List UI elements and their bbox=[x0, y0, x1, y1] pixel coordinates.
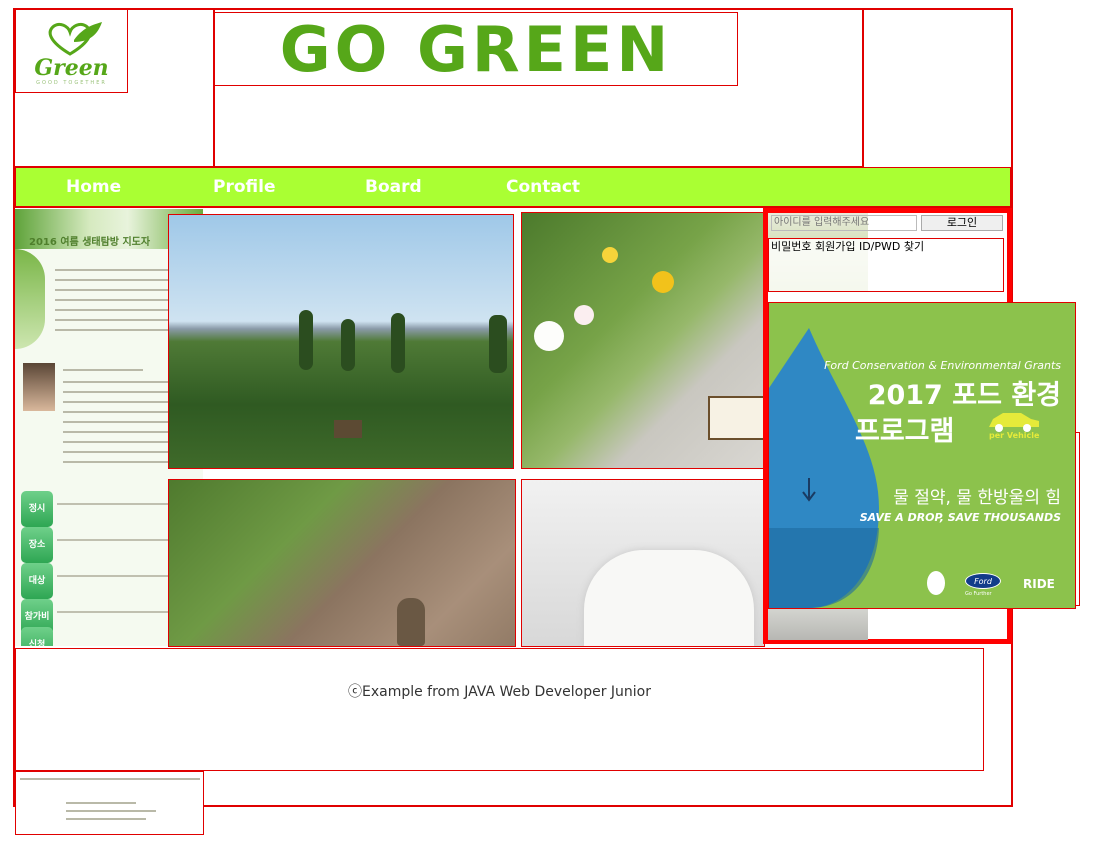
ad-title-line1: 2017 포드 환경 bbox=[867, 380, 1061, 411]
signup-link[interactable]: 회원가입 bbox=[815, 240, 855, 253]
poster-title: 2016 여름 생태탐방 지도자 bbox=[29, 237, 151, 248]
poster-tag-time: 정시 bbox=[21, 491, 53, 527]
car-icon bbox=[989, 413, 1039, 432]
tree-row bbox=[391, 313, 405, 373]
ad-top-line: Ford Conservation & Environmental Grants bbox=[824, 359, 1061, 372]
poster-tag-place: 장소 bbox=[21, 527, 53, 563]
logo-tagline: GOOD TOGETHER bbox=[36, 80, 107, 86]
banner-title: GO GREEN bbox=[279, 12, 673, 86]
ad-tagline: SAVE A DROP, SAVE THOUSANDS bbox=[859, 511, 1061, 524]
tree-row bbox=[299, 310, 313, 370]
sponsor-logo-1 bbox=[927, 571, 945, 595]
site-logo[interactable]: Green GOOD TOGETHER bbox=[15, 9, 128, 93]
ford-logo: Ford bbox=[965, 573, 1001, 589]
nav-board[interactable]: Board bbox=[365, 168, 422, 206]
white-flower bbox=[534, 321, 564, 351]
ad-subtitle: 물 절약, 물 한방울의 힘 bbox=[893, 488, 1061, 508]
nav-home[interactable]: Home bbox=[66, 168, 121, 206]
footer-copyright: ⓒExample from JAVA Web Developer Junior bbox=[347, 684, 651, 700]
tree-row bbox=[489, 315, 507, 373]
ad-banner[interactable]: Ford Conservation & Environmental Grants… bbox=[768, 302, 1076, 609]
go-further-text: Go Further bbox=[965, 591, 992, 597]
photo-flower-bed[interactable] bbox=[521, 212, 765, 469]
find-id-pwd-link[interactable]: ID/PWD 찾기 bbox=[859, 240, 924, 253]
yellow-flower bbox=[602, 247, 618, 263]
login-links: 비밀번호 회원가입 ID/PWD 찾기 bbox=[768, 238, 1004, 292]
photo-white-dog[interactable] bbox=[521, 479, 765, 647]
footer: ⓒExample from JAVA Web Developer Junior bbox=[15, 648, 984, 771]
event-poster-bottom[interactable] bbox=[15, 771, 204, 835]
nav-contact[interactable]: Contact bbox=[506, 168, 580, 206]
logo-wordmark: Green bbox=[34, 55, 109, 81]
photo-rabbit[interactable] bbox=[168, 479, 516, 647]
ad-title-line2: 프로그램 bbox=[855, 416, 955, 447]
poster-profile-photo bbox=[23, 363, 55, 411]
login-button[interactable]: 로그인 bbox=[921, 215, 1003, 231]
remember-link[interactable]: 비밀번호 bbox=[771, 240, 811, 253]
sign-board bbox=[708, 396, 764, 440]
white-dog bbox=[584, 550, 754, 646]
header-banner: GO GREEN bbox=[214, 12, 738, 86]
photo-park-landscape[interactable] bbox=[168, 214, 514, 469]
poster-tag-target: 대상 bbox=[21, 563, 53, 599]
white-flower bbox=[574, 305, 594, 325]
heart-leaf-icon bbox=[48, 22, 102, 56]
yellow-flower bbox=[652, 271, 674, 293]
ride-logo: RIDE bbox=[1023, 577, 1055, 591]
rabbit bbox=[397, 598, 425, 646]
id-input[interactable]: 아이디를 입력해주세요 bbox=[771, 215, 917, 231]
poster-leaf-left bbox=[15, 249, 45, 349]
tree-row bbox=[341, 319, 355, 371]
ad-badge: per Vehicle bbox=[989, 431, 1040, 440]
nav-profile[interactable]: Profile bbox=[213, 168, 275, 206]
main-nav: Home Profile Board Contact bbox=[14, 168, 1012, 208]
poster-tag-apply: 신청 bbox=[21, 627, 53, 646]
pavilion bbox=[334, 420, 362, 438]
